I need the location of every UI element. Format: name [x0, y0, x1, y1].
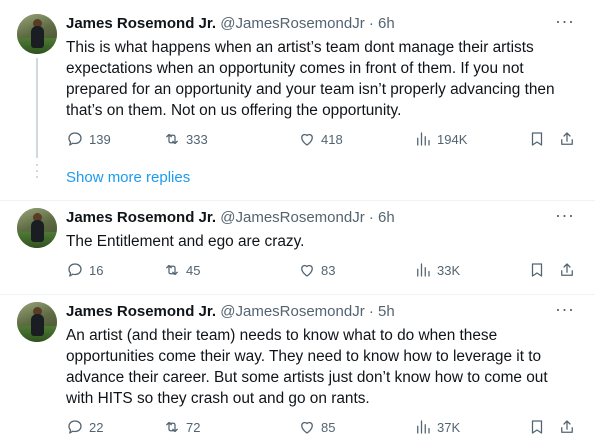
author-handle[interactable]: @JamesRosemondJr — [220, 209, 364, 226]
like-button[interactable]: 418 — [298, 129, 343, 149]
more-options-icon[interactable]: ··· — [555, 12, 574, 34]
like-count: 85 — [321, 419, 336, 435]
author-name[interactable]: James Rosemond Jr. — [66, 303, 216, 320]
more-options-icon[interactable]: ··· — [555, 206, 574, 228]
tweet-time[interactable]: · 5h — [369, 303, 395, 320]
share-icon — [561, 132, 573, 145]
bookmark-button[interactable] — [528, 417, 546, 437]
reply-icon — [68, 132, 82, 146]
views-button[interactable]: 33K — [414, 260, 460, 280]
retweet-button[interactable]: 45 — [163, 260, 200, 280]
reply-count: 139 — [89, 131, 111, 147]
retweet-button[interactable]: 72 — [163, 417, 200, 437]
reply-icon — [68, 420, 82, 434]
retweet-icon — [166, 421, 178, 433]
reply-count: 16 — [89, 262, 104, 278]
divider — [0, 200, 595, 201]
more-options-icon[interactable]: ··· — [555, 300, 574, 322]
views-count: 33K — [437, 262, 461, 278]
bookmark-button[interactable] — [528, 260, 546, 280]
views-count: 194K — [437, 131, 468, 147]
views-icon — [417, 132, 430, 146]
tweet-header: James Rosemond Jr. @JamesRosemondJr · 6h — [66, 208, 395, 228]
avatar[interactable] — [17, 302, 57, 342]
share-icon — [561, 420, 573, 433]
like-count: 418 — [321, 131, 343, 147]
tweet-time[interactable]: · 6h — [369, 15, 395, 32]
bookmark-icon — [531, 263, 543, 277]
author-handle[interactable]: @JamesRosemondJr — [220, 15, 364, 32]
reply-button[interactable]: 16 — [66, 260, 103, 280]
tweet-header: James Rosemond Jr. @JamesRosemondJr · 5h — [66, 302, 395, 322]
tweet-text: An artist (and their team) needs to know… — [66, 327, 548, 407]
heart-icon — [301, 264, 313, 277]
bookmark-icon — [531, 420, 543, 434]
author-name[interactable]: James Rosemond Jr. — [66, 15, 216, 32]
retweet-button[interactable]: 333 — [163, 129, 208, 149]
views-count: 37K — [437, 419, 461, 435]
tweet-actions: 16 45 83 33K — [66, 260, 586, 280]
reply-button[interactable]: 22 — [66, 417, 103, 437]
like-count: 83 — [321, 262, 336, 278]
views-button[interactable]: 37K — [414, 417, 460, 437]
reply-button[interactable]: 139 — [66, 129, 111, 149]
bookmark-icon — [531, 132, 543, 146]
like-button[interactable]: 83 — [298, 260, 335, 280]
retweet-icon — [166, 264, 178, 276]
like-button[interactable]: 85 — [298, 417, 335, 437]
reply-icon — [68, 263, 82, 277]
views-icon — [417, 420, 430, 434]
bookmark-button[interactable] — [528, 129, 546, 149]
thread-line — [36, 58, 38, 158]
heart-icon — [301, 133, 313, 146]
author-name[interactable]: James Rosemond Jr. — [66, 209, 216, 226]
divider — [0, 294, 595, 295]
share-icon — [561, 263, 573, 276]
tweet-actions: 139 333 418 194K — [66, 129, 586, 149]
tweet-text: The Entitlement and ego are crazy. — [66, 233, 305, 250]
retweet-count: 333 — [186, 131, 208, 147]
tweet-time[interactable]: · 6h — [369, 209, 395, 226]
retweet-icon — [166, 133, 178, 145]
thread-dots — [36, 164, 38, 182]
author-handle[interactable]: @JamesRosemondJr — [220, 303, 364, 320]
tweet-text: This is what happens when an artist’s te… — [66, 39, 555, 119]
avatar[interactable] — [17, 208, 57, 248]
tweet-actions: 22 72 85 37K — [66, 417, 586, 437]
retweet-count: 72 — [186, 419, 201, 435]
views-icon — [417, 263, 430, 277]
share-button[interactable] — [558, 260, 576, 280]
reply-count: 22 — [89, 419, 104, 435]
retweet-count: 45 — [186, 262, 201, 278]
heart-icon — [301, 421, 313, 434]
tweet-header: James Rosemond Jr. @JamesRosemondJr · 6h — [66, 14, 395, 34]
show-more-replies-link[interactable]: Show more replies — [66, 168, 190, 188]
share-button[interactable] — [558, 129, 576, 149]
share-button[interactable] — [558, 417, 576, 437]
avatar[interactable] — [17, 14, 57, 54]
views-button[interactable]: 194K — [414, 129, 467, 149]
